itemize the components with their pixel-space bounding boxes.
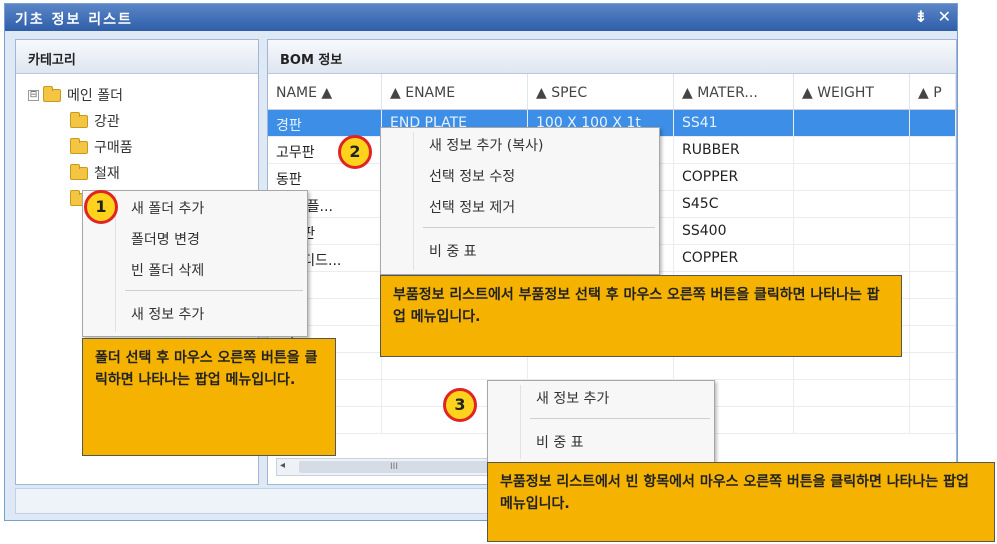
menu-item-rename-folder[interactable]: 폴더명 변경 <box>83 222 307 253</box>
menu-item-gravity-table[interactable]: 비 중 표 <box>488 425 714 456</box>
step-badge-2: 2 <box>338 135 372 169</box>
column-header-weight[interactable]: ▲ WEIGHT <box>794 74 910 109</box>
table-cell <box>910 245 956 271</box>
tree-node-root[interactable]: ⊟ 메인 폴더 <box>28 82 258 108</box>
table-cell <box>910 218 956 244</box>
empty-area-context-menu: 새 정보 추가 비 중 표 <box>487 380 715 464</box>
column-header-name[interactable]: NAME ▲ <box>268 74 382 109</box>
menu-item-copy-new-info[interactable]: 새 정보 추가 (복사) <box>381 128 659 159</box>
table-cell <box>910 110 956 136</box>
tree-node-child[interactable]: 구매품 <box>28 134 258 160</box>
menu-item-gravity-table[interactable]: 비 중 표 <box>381 234 659 265</box>
table-cell <box>794 218 910 244</box>
folder-icon <box>70 163 88 180</box>
menu-item-remove-info[interactable]: 선택 정보 제거 <box>381 190 659 221</box>
callout-item-menu: 부품정보 리스트에서 부품정보 선택 후 마우스 오른쪽 버튼을 클릭하면 나타… <box>380 275 902 357</box>
table-cell: RUBBER <box>674 137 794 163</box>
tree-node-label: 메인 폴더 <box>67 88 123 104</box>
column-header-material[interactable]: ▲ MATER... <box>674 74 794 109</box>
column-header-spec[interactable]: ▲ SPEC <box>528 74 674 109</box>
table-cell <box>794 164 910 190</box>
tree-node-label: 철재 <box>94 166 120 182</box>
horizontal-scrollbar[interactable]: ◂ III <box>276 458 496 476</box>
table-cell <box>910 272 956 298</box>
tree-node-child[interactable]: 철재 <box>28 160 258 186</box>
pin-icon[interactable]: ⇟ <box>914 7 927 26</box>
table-cell <box>794 407 910 433</box>
table-cell <box>794 110 910 136</box>
menu-separator <box>423 227 655 228</box>
folder-icon <box>70 137 88 154</box>
table-cell <box>910 380 956 406</box>
tree-node-label: 강관 <box>94 114 120 130</box>
table-cell: SS400 <box>674 218 794 244</box>
folder-icon <box>43 85 61 102</box>
category-header: 카테고리 <box>16 40 258 74</box>
grid-header-row: NAME ▲ ▲ ENAME ▲ SPEC ▲ MATER... ▲ WEIGH… <box>268 74 956 110</box>
title-bar: 기초 정보 리스트 ⇟ ✕ <box>5 4 957 31</box>
table-cell <box>794 380 910 406</box>
scroll-thumb[interactable]: III <box>299 461 489 473</box>
table-cell: COPPER <box>674 245 794 271</box>
window-title: 기초 정보 리스트 <box>15 12 133 28</box>
table-cell: SS41 <box>674 110 794 136</box>
table-cell <box>794 137 910 163</box>
tree-node-label: 구매품 <box>94 140 133 156</box>
column-header-p[interactable]: ▲ P <box>910 74 956 109</box>
menu-separator <box>125 290 303 291</box>
menu-item-delete-empty-folder[interactable]: 빈 폴더 삭제 <box>83 253 307 284</box>
table-cell: COPPER <box>674 164 794 190</box>
step-badge-1: 1 <box>84 190 118 224</box>
menu-item-new-info[interactable]: 새 정보 추가 <box>83 297 307 328</box>
table-cell <box>910 299 956 325</box>
bom-header: BOM 정보 <box>268 40 956 74</box>
table-cell <box>794 191 910 217</box>
tree-node-child[interactable]: 강관 <box>28 108 258 134</box>
table-cell <box>910 353 956 379</box>
table-cell <box>910 407 956 433</box>
table-cell <box>910 164 956 190</box>
folder-icon <box>70 111 88 128</box>
close-icon[interactable]: ✕ <box>938 7 951 26</box>
callout-empty-menu: 부품정보 리스트에서 빈 항목에서 마우스 오른쪽 버튼을 클릭하면 나타나는 … <box>487 462 995 542</box>
table-cell <box>794 245 910 271</box>
table-cell <box>910 191 956 217</box>
item-context-menu: 새 정보 추가 (복사) 선택 정보 수정 선택 정보 제거 비 중 표 <box>380 127 660 275</box>
table-cell: 동판 <box>268 164 382 190</box>
table-row[interactable] <box>268 353 956 380</box>
table-cell: S45C <box>674 191 794 217</box>
step-badge-3: 3 <box>443 388 477 422</box>
table-cell <box>910 137 956 163</box>
scroll-left-icon[interactable]: ◂ <box>280 460 285 471</box>
collapse-icon[interactable]: ⊟ <box>28 89 39 101</box>
column-header-ename[interactable]: ▲ ENAME <box>382 74 528 109</box>
table-cell <box>910 326 956 352</box>
table-cell: 경판 <box>268 110 382 136</box>
menu-item-new-info[interactable]: 새 정보 추가 <box>488 381 714 412</box>
menu-separator <box>530 418 710 419</box>
callout-folder-menu: 폴더 선택 후 마우스 오른쪽 버튼을 클릭하면 나타나는 팝업 메뉴입니다. <box>82 338 336 456</box>
menu-item-edit-info[interactable]: 선택 정보 수정 <box>381 159 659 190</box>
